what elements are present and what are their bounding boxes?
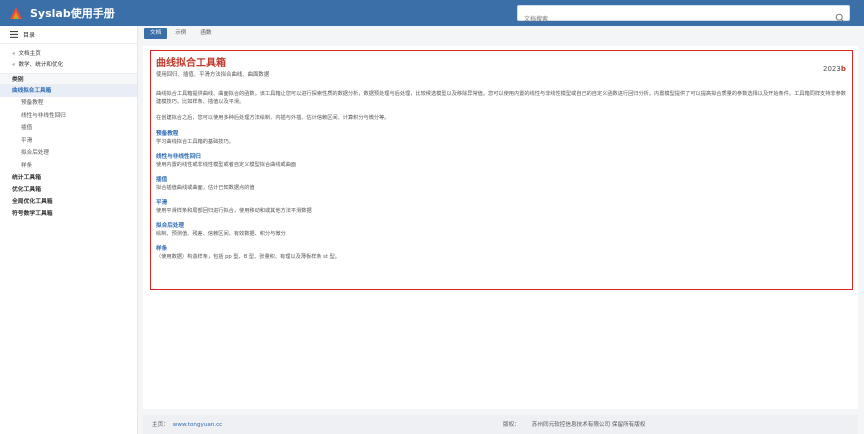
section-link-tutorial[interactable]: 预备教程 — [156, 130, 846, 138]
footer-company: 苏州同元软控信息技术有限公司 保留所有版权 — [531, 422, 646, 428]
page-title: 曲线拟合工具箱 — [156, 58, 226, 69]
section-desc: （使用数据）构造样条，包括 pp 型、B 型、张量积、有理以及薄板样条 st 型… — [156, 254, 340, 260]
footer-copyright: 版权： 苏州同元软控信息技术有限公司 保留所有版权 — [503, 420, 645, 428]
chevron-left-icon: « — [12, 62, 16, 68]
app-root: Syslab使用手册 目录 «文档主页 «数学、统 — [0, 0, 864, 434]
doc-section-tutorial: 预备教程 学习曲线拟合工具箱的基础技巧。 — [156, 130, 846, 146]
chevron-left-icon: « — [12, 51, 16, 57]
sidebar-item-statistics[interactable]: 统计工具箱 — [0, 172, 137, 184]
page-footer: 主页： www.tongyuan.cc 版权： 苏州同元软控信息技术有限公司 保留所… — [143, 415, 858, 434]
sidebar-item-optimization[interactable]: 优化工具箱 — [0, 184, 137, 196]
tab-documentation[interactable]: 文档 — [144, 28, 168, 39]
app-title: Syslab使用手册 — [30, 7, 115, 20]
toc-header[interactable]: 目录 — [0, 26, 137, 44]
search-icon[interactable] — [835, 8, 845, 23]
doc-section-smoothing: 平滑 使用平滑样条和局部回归进行拟合，使用移动和或其他方法平滑数据 — [156, 199, 846, 215]
sidebar-item-symbolic-math[interactable]: 符号数学工具箱 — [0, 208, 137, 220]
tab-functions[interactable]: 函数 — [194, 28, 217, 39]
section-link-postprocessing[interactable]: 拟合后处理 — [156, 222, 846, 230]
sidebar-category-label: 类别 — [0, 73, 137, 85]
content-tabs: 文档 示例 函数 — [144, 28, 220, 40]
doc-section-postprocessing: 拟合后处理 绘制、预测值、残差、信赖区间、有效数据、积分与微分 — [156, 222, 846, 238]
sidebar-subitem-regression[interactable]: 线性与非线性回归 — [0, 110, 137, 123]
doc-content: 曲线拟合工具箱 使用回归、插值、平滑方法拟合曲线、曲面数据 曲线拟合工具箱提供曲… — [156, 58, 846, 261]
sidebar-item-curve-fitting[interactable]: 曲线拟合工具箱 — [0, 85, 137, 97]
doc-section-interpolation: 插值 拟合插值曲线或曲面，估计已知数据点的值 — [156, 176, 846, 192]
section-desc: 学习曲线拟合工具箱的基础技巧。 — [156, 139, 234, 145]
top-header-bar: Syslab使用手册 — [0, 0, 864, 27]
sidebar-subitem-tutorial[interactable]: 预备教程 — [0, 97, 137, 110]
sidebar-subitem-postprocessing[interactable]: 拟合后处理 — [0, 147, 137, 160]
doc-section-regression: 线性与非线性回归 使用内置的线性或非线性模型或者自定义模型拟合曲线或曲面 — [156, 153, 846, 169]
footer-copyright-label: 版权： — [503, 422, 520, 428]
menu-icon[interactable] — [10, 31, 18, 38]
section-link-interpolation[interactable]: 插值 — [156, 176, 846, 184]
intro-paragraph: 曲线拟合工具箱提供曲线、曲面拟合的函数。该工具箱让您可以进行探索性质的数据分析，… — [156, 91, 846, 105]
sidebar-subitem-interpolation[interactable]: 插值 — [0, 122, 137, 135]
section-desc: 拟合插值曲线或曲面，估计已知数据点的值 — [156, 185, 255, 191]
tab-examples[interactable]: 示例 — [169, 28, 192, 39]
section-link-splines[interactable]: 样条 — [156, 245, 846, 253]
sidebar-nav: 目录 «文档主页 «数学、统计和优化 类别 曲线拟合工具箱 预备教程 线性与非线… — [0, 26, 138, 434]
section-desc: 使用平滑样条和局部回归进行拟合，使用移动和或其他方法平滑数据 — [156, 208, 312, 214]
footer-homepage-label: 主页： — [152, 422, 169, 428]
footer-homepage: 主页： www.tongyuan.cc — [152, 420, 222, 428]
search-input[interactable] — [518, 12, 818, 27]
footer-homepage-link[interactable]: www.tongyuan.cc — [173, 422, 222, 428]
toc-label: 目录 — [23, 32, 36, 39]
search-box[interactable] — [517, 5, 850, 27]
section-desc: 使用内置的线性或非线性模型或者自定义模型拟合曲线或曲面 — [156, 162, 297, 168]
postprocess-paragraph: 在创建拟合之后，您可以使用多种后处理方法绘制、内插与外插、估计信赖区间、计算积分… — [156, 115, 390, 121]
sidebar-link-doc-home[interactable]: «文档主页 — [0, 49, 137, 60]
section-link-regression[interactable]: 线性与非线性回归 — [156, 153, 846, 161]
sidebar-link-math-stats-opt[interactable]: «数学、统计和优化 — [0, 60, 137, 71]
sidebar-item-global-optimization[interactable]: 全局优化工具箱 — [0, 196, 137, 208]
syslab-logo-icon — [8, 5, 24, 21]
doc-section-splines: 样条 （使用数据）构造样条，包括 pp 型、B 型、张量积、有理以及薄板样条 s… — [156, 245, 846, 261]
sidebar-subitem-splines[interactable]: 样条 — [0, 160, 137, 173]
section-desc: 绘制、预测值、残差、信赖区间、有效数据、积分与微分 — [156, 231, 286, 237]
section-link-smoothing[interactable]: 平滑 — [156, 199, 846, 207]
sidebar-subitem-smoothing[interactable]: 平滑 — [0, 135, 137, 148]
page-subtitle: 使用回归、插值、平滑方法拟合曲线、曲面数据 — [156, 72, 270, 78]
